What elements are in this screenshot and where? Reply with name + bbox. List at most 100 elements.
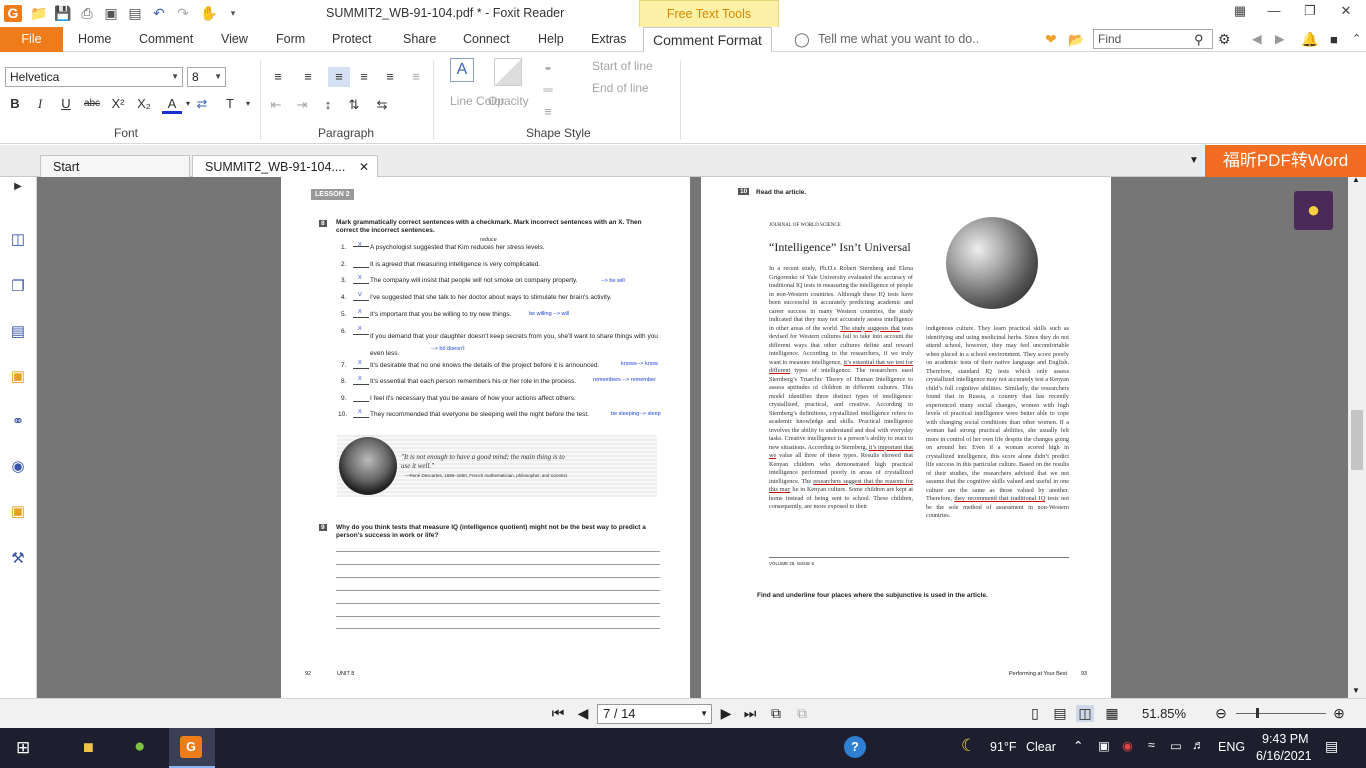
pages-icon[interactable]: ❐ <box>8 277 28 297</box>
help-icon[interactable]: ? <box>844 736 866 758</box>
comments-icon[interactable]: ▣ <box>8 367 28 387</box>
tab-protect[interactable]: Protect <box>332 27 372 52</box>
next-result-icon[interactable]: ▶ <box>1275 27 1285 52</box>
export-page-icon[interactable]: ⧉ <box>767 705 785 722</box>
zoom-slider[interactable] <box>1236 713 1326 714</box>
show-hidden-icons-chevron[interactable]: ⌃ <box>1073 738 1083 753</box>
insert-page-icon[interactable]: ⧉ <box>793 705 811 722</box>
account-icon[interactable]: ■ <box>1330 27 1338 52</box>
expand-panel-icon[interactable]: ▶ <box>8 181 28 201</box>
tab-connect[interactable]: Connect <box>463 27 510 52</box>
search-folder-icon[interactable]: 📂 <box>1068 27 1084 52</box>
underline-button[interactable]: U <box>56 94 76 114</box>
undo-icon[interactable]: ↶ <box>150 5 168 22</box>
settings-gear-icon[interactable]: ⚙ <box>1218 27 1231 52</box>
next-page-icon[interactable]: ▶ <box>717 705 735 722</box>
line-width-icon[interactable]: ≡ <box>538 102 558 122</box>
notifications-icon[interactable]: ▤ <box>1325 738 1338 755</box>
foxit-logo-icon[interactable]: G <box>4 5 22 22</box>
security-status-icon[interactable]: ◉ <box>1122 738 1133 753</box>
tab-comment[interactable]: Comment <box>139 27 193 52</box>
zoom-level[interactable]: 51.85% <box>1142 706 1186 721</box>
zoom-out-icon[interactable]: ⊖ <box>1212 705 1230 722</box>
security-lock-icon[interactable]: ▣ <box>8 502 28 522</box>
bullets-button[interactable]: ≡ <box>268 67 288 87</box>
tab-view[interactable]: View <box>221 27 248 52</box>
start-of-line-button[interactable]: Start of line <box>592 59 653 73</box>
scroll-thumb[interactable] <box>1351 410 1363 470</box>
windows-start-icon[interactable]: ⊞ <box>16 738 30 758</box>
strikethrough-button[interactable]: abc <box>82 94 102 114</box>
justify-button[interactable]: ≡ <box>406 67 426 87</box>
decrease-indent-button[interactable]: ⇤ <box>266 95 286 115</box>
font-name-select[interactable]: Helvetica ▼ <box>5 67 183 87</box>
page-number-input[interactable]: 7 / 14 ▼ <box>597 704 712 724</box>
tab-home[interactable]: Home <box>78 27 111 52</box>
zoom-slider-thumb[interactable] <box>1256 708 1259 718</box>
prev-result-icon[interactable]: ◀ <box>1252 27 1262 52</box>
redo-icon[interactable]: ↷ <box>174 5 192 22</box>
maximize-button[interactable]: ❐ <box>1300 3 1320 19</box>
clock-date[interactable]: 6/16/2021 <box>1256 749 1312 763</box>
tools-icon[interactable]: ⚒ <box>8 549 28 569</box>
clock-time[interactable]: 9:43 PM <box>1262 732 1309 746</box>
paragraph-spacing-button[interactable]: ⇅ <box>344 95 364 115</box>
character-spacing-button[interactable]: ⇄ <box>192 94 212 114</box>
tell-me-input[interactable]: Tell me what you want to do.. <box>818 27 979 52</box>
create-pdf-icon[interactable]: ▤ <box>126 5 144 22</box>
save-icon[interactable]: 💾 <box>54 5 72 22</box>
volume-icon[interactable]: ♬ <box>1192 738 1205 752</box>
scroll-up-icon[interactable]: ▲ <box>1352 175 1360 184</box>
scroll-down-icon[interactable]: ▼ <box>1352 686 1360 695</box>
text-size-dropdown-icon[interactable]: ▾ <box>238 94 258 114</box>
layers-icon[interactable]: ▤ <box>8 322 28 342</box>
pdf-to-word-promo[interactable]: 福昕PDF转Word <box>1205 145 1366 177</box>
weather-description[interactable]: Clear <box>1026 740 1056 754</box>
opacity-button[interactable]: Opacity <box>488 94 529 108</box>
customize-dropdown-icon[interactable]: ▾ <box>224 5 242 22</box>
last-page-icon[interactable]: ⏭ <box>741 705 759 722</box>
foxit-taskbar-icon[interactable]: G <box>169 728 215 768</box>
vertical-scrollbar[interactable]: ▲ ▼ <box>1348 175 1366 698</box>
single-page-view-icon[interactable]: ▯ <box>1026 705 1044 722</box>
fill-color-icon[interactable]: ◒ <box>538 57 558 77</box>
italic-button[interactable]: I <box>30 94 50 114</box>
opacity-icon[interactable] <box>494 58 522 86</box>
collapse-ribbon-icon[interactable]: ⌃ <box>1352 27 1361 52</box>
end-of-line-button[interactable]: End of line <box>592 81 649 95</box>
line-style-icon[interactable]: ═ <box>538 80 558 100</box>
subscript-button[interactable]: X₂ <box>134 94 154 114</box>
numbering-button[interactable]: ≡ <box>298 67 318 87</box>
print-icon[interactable]: ⎙ <box>78 5 96 22</box>
increase-indent-button[interactable]: ⇥ <box>292 95 312 115</box>
device-icon[interactable]: ▣ <box>1098 738 1110 753</box>
first-page-icon[interactable]: ⏮ <box>549 705 567 722</box>
tab-list-dropdown-icon[interactable]: ▼ <box>1189 155 1199 166</box>
file-explorer-icon[interactable]: ■ <box>83 737 94 758</box>
app-green-icon[interactable]: ● <box>134 736 145 758</box>
prev-page-icon[interactable]: ◀ <box>574 705 592 722</box>
notification-bell-icon[interactable]: 🔔 <box>1301 27 1318 52</box>
heart-icon[interactable]: ❤ <box>1045 27 1057 52</box>
hand-tool-icon[interactable]: ✋ <box>200 5 218 22</box>
bold-button[interactable]: B <box>5 94 25 114</box>
input-language[interactable]: ENG <box>1218 740 1245 754</box>
battery-icon[interactable]: ▭ <box>1170 738 1182 753</box>
free-text-tools-context-tab[interactable]: Free Text Tools <box>639 0 779 27</box>
wifi-icon[interactable]: ≈ <box>1148 738 1155 752</box>
align-center-button[interactable]: ≡ <box>354 67 374 87</box>
tips-lightbulb-button[interactable]: ● <box>1294 191 1333 230</box>
attachments-icon[interactable]: ⚭ <box>8 412 28 432</box>
open-folder-icon[interactable]: 📁 <box>30 5 48 22</box>
close-tab-icon[interactable]: ✕ <box>359 156 369 178</box>
file-menu-button[interactable]: File <box>0 27 63 52</box>
tab-share[interactable]: Share <box>403 27 436 52</box>
continuous-facing-view-icon[interactable]: ▦ <box>1103 705 1121 722</box>
line-color-icon[interactable]: A <box>450 58 474 82</box>
restore-ribbon-icon[interactable]: ▦ <box>1230 3 1250 19</box>
tab-extras[interactable]: Extras <box>591 27 626 52</box>
text-direction-button[interactable]: ⇆ <box>372 95 392 115</box>
align-left-button[interactable]: ≡ <box>328 67 350 87</box>
facing-view-icon[interactable]: ◫ <box>1076 705 1094 722</box>
search-icon[interactable]: ⚲ <box>1194 27 1204 52</box>
